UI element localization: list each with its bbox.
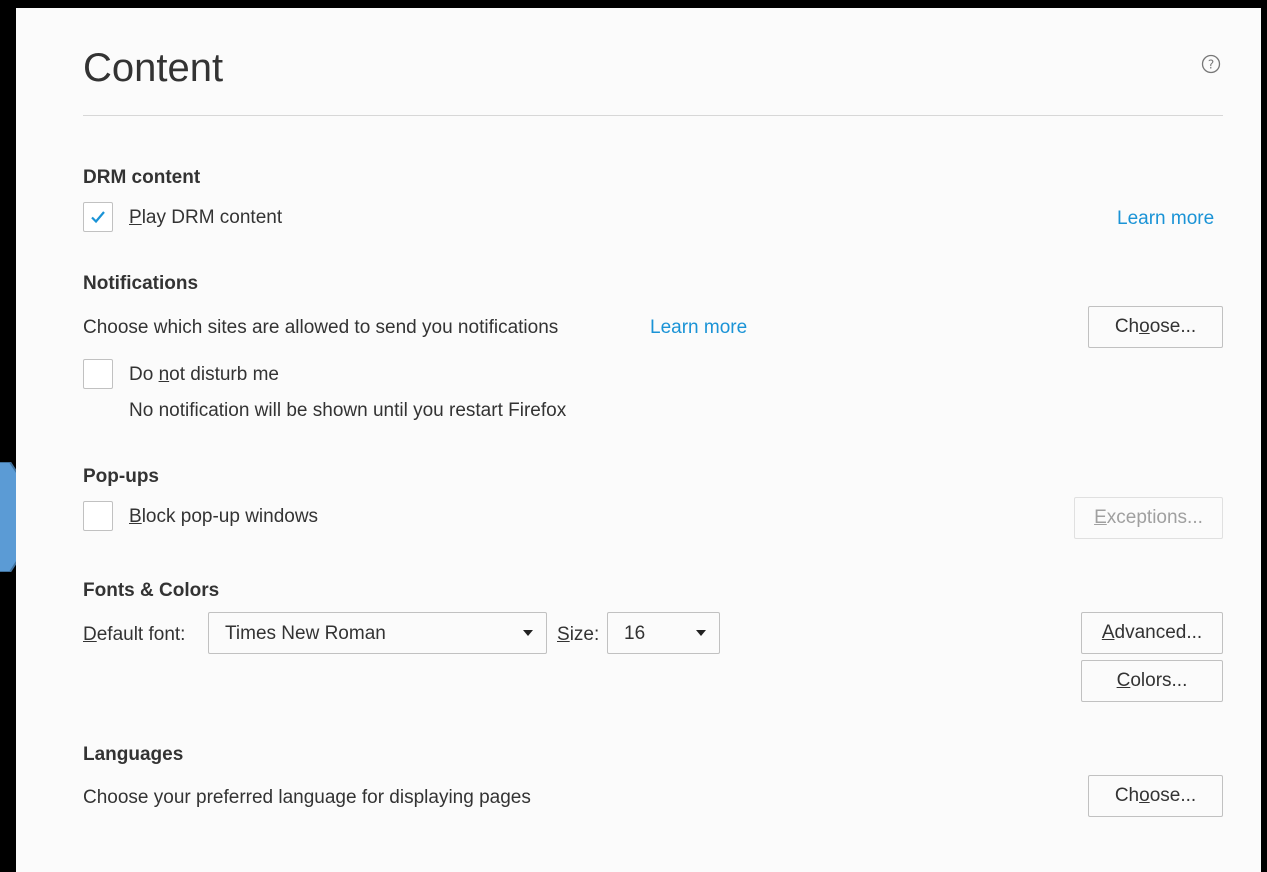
fonts-advanced-button[interactable]: Advanced... (1081, 612, 1223, 654)
play-drm-label[interactable]: Play DRM content (129, 206, 282, 230)
question-circle-icon[interactable]: ? (1201, 54, 1221, 74)
drm-learn-more-link[interactable]: Learn more (1117, 207, 1214, 231)
drm-heading: DRM content (83, 167, 201, 188)
do-not-disturb-label[interactable]: Do not disturb me (129, 363, 279, 387)
font-size-value: 16 (624, 623, 646, 644)
colors-button[interactable]: Colors... (1081, 660, 1223, 702)
languages-description: Choose your preferred language for displ… (83, 787, 531, 808)
popups-heading: Pop-ups (83, 466, 159, 487)
play-drm-label-rest: lay DRM content (141, 207, 283, 228)
chevron-down-icon (696, 630, 706, 636)
block-popups-label[interactable]: Block pop-up windows (129, 505, 318, 529)
languages-choose-button[interactable]: Ch o ose... (1088, 775, 1223, 817)
checkmark-icon (91, 211, 105, 224)
popups-exceptions-button[interactable]: Exceptions... (1074, 497, 1223, 539)
do-not-disturb-checkbox[interactable] (83, 359, 113, 389)
chevron-down-icon (523, 630, 533, 636)
play-drm-checkbox[interactable] (83, 202, 113, 232)
languages-heading: Languages (83, 744, 184, 765)
default-font-select[interactable]: Times New Roman (208, 612, 547, 654)
content-preferences-panel: Content ? DRM content Play DRM content L… (16, 8, 1261, 872)
default-font-value: Times New Roman (225, 623, 386, 644)
page-title: Content (83, 46, 224, 90)
fonts-colors-heading: Fonts & Colors (83, 580, 220, 601)
default-font-label: Default font: (83, 624, 186, 645)
font-size-select[interactable]: 16 (607, 612, 720, 654)
block-popups-checkbox[interactable] (83, 501, 113, 531)
notifications-heading: Notifications (83, 273, 199, 294)
size-label: Size: (557, 624, 600, 645)
notifications-choose-button[interactable]: Ch o ose... (1088, 306, 1223, 348)
notifications-description: Choose which sites are allowed to send y… (83, 317, 559, 338)
do-not-disturb-note: No notification will be shown until you … (129, 400, 567, 421)
title-divider (83, 115, 1223, 116)
svg-text:?: ? (1208, 58, 1214, 72)
notifications-learn-more-link[interactable]: Learn more (650, 316, 747, 340)
